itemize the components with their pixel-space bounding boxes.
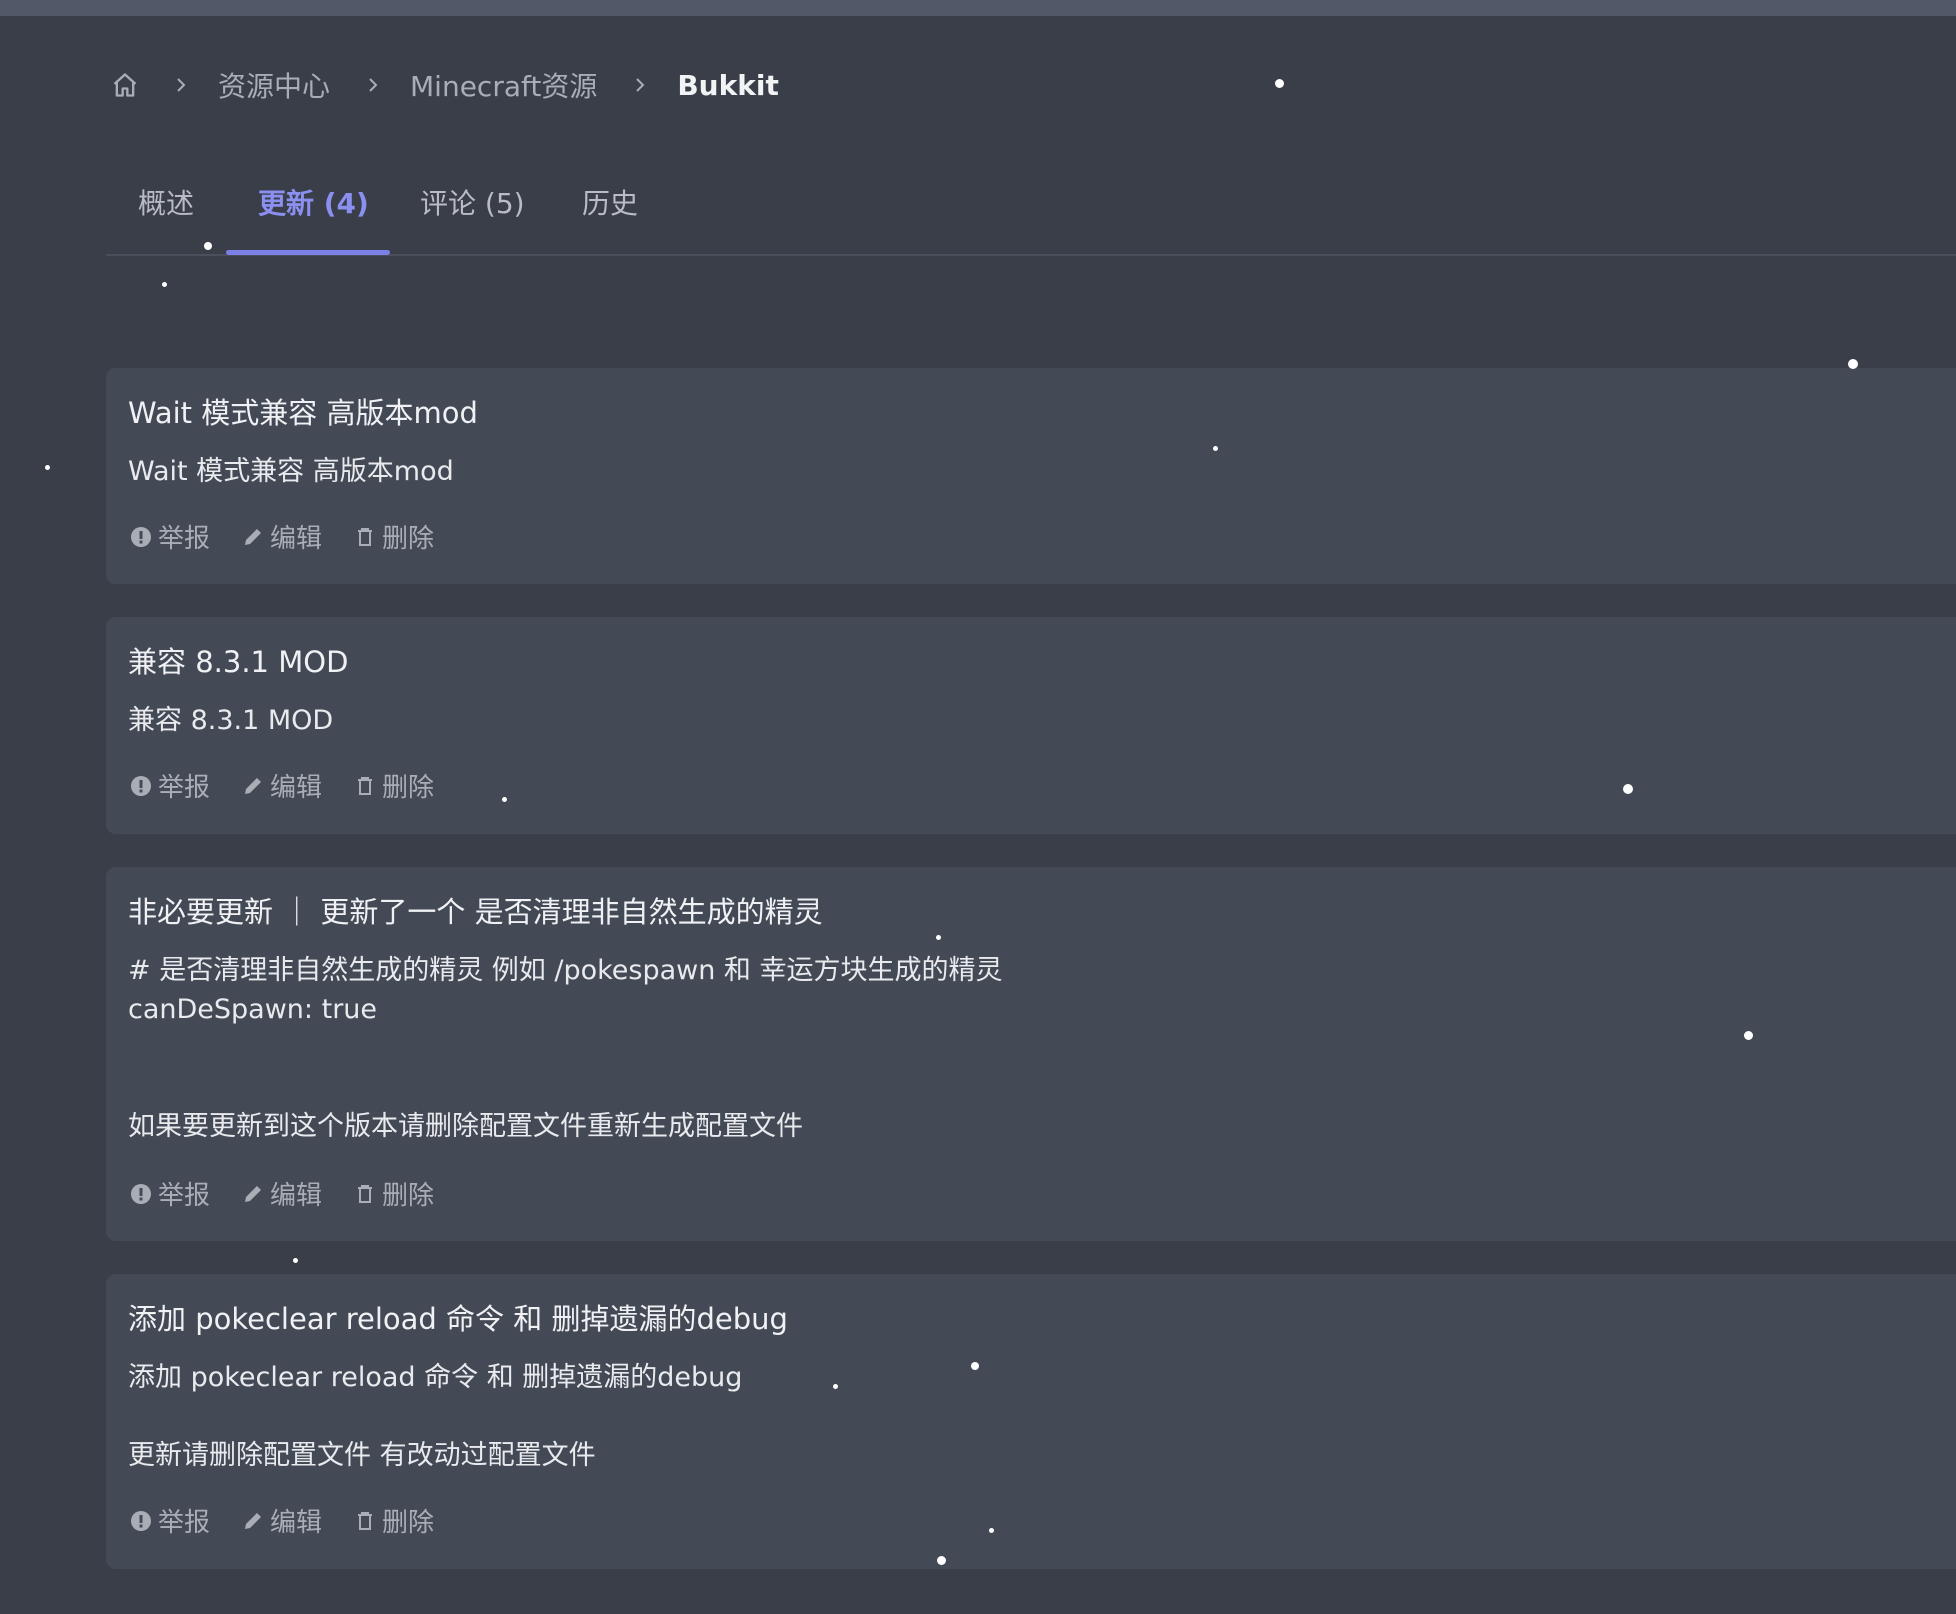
edit-button[interactable]: 编辑: [242, 518, 322, 555]
trash-icon: [354, 1183, 376, 1205]
alert-circle-icon: [130, 775, 152, 797]
decorative-dot: [45, 465, 50, 470]
edit-label: 编辑: [270, 524, 323, 554]
decorative-dot: [989, 1528, 994, 1533]
report-label: 举报: [158, 524, 211, 554]
chevron-right-icon: [627, 72, 653, 98]
update-title: 添加 pokeclear reload 命令 和 删掉遗漏的debug: [128, 1302, 788, 1336]
report-button[interactable]: 举报: [130, 767, 210, 804]
decorative-dot: [1213, 446, 1218, 451]
update-card: 兼容 8.3.1 MOD 兼容 8.3.1 MOD 举报 编辑 删除: [106, 617, 1956, 834]
tab-comments[interactable]: 评论 (5): [420, 182, 525, 252]
pencil-icon: [242, 1510, 264, 1532]
report-label: 举报: [158, 1508, 211, 1538]
breadcrumb: 资源中心 Minecraft资源 Bukkit: [110, 62, 779, 108]
decorative-dot: [293, 1258, 298, 1263]
active-tab-indicator: [226, 250, 390, 255]
update-card: 非必要更新 ｜ 更新了一个 是否清理非自然生成的精灵 # 是否清理非自然生成的精…: [106, 867, 1956, 1241]
decorative-dot: [502, 797, 507, 802]
decorative-dot: [162, 282, 167, 287]
update-body: # 是否清理非自然生成的精灵 例如 /pokespawn 和 幸运方块生成的精灵…: [128, 955, 1003, 1142]
report-button[interactable]: 举报: [130, 518, 210, 555]
chevron-right-icon: [168, 72, 194, 98]
top-bar: [0, 0, 1956, 16]
report-button[interactable]: 举报: [130, 1175, 210, 1212]
update-body: 兼容 8.3.1 MOD: [128, 705, 334, 736]
decorative-dot: [1744, 1031, 1753, 1040]
decorative-dot: [1848, 359, 1858, 369]
update-actions: 举报 编辑 删除: [130, 1175, 466, 1212]
delete-button[interactable]: 删除: [354, 1502, 434, 1539]
report-label: 举报: [158, 773, 211, 803]
tab-bar: 概述 更新 (4) 评论 (5) 历史: [106, 170, 1956, 256]
pencil-icon: [242, 775, 264, 797]
breadcrumb-current: Bukkit: [677, 68, 779, 102]
decorative-dot: [833, 1384, 838, 1389]
update-actions: 举报 编辑 删除: [130, 767, 466, 804]
decorative-dot: [1623, 784, 1633, 794]
update-title: 非必要更新 ｜ 更新了一个 是否清理非自然生成的精灵: [128, 895, 823, 929]
pencil-icon: [242, 1183, 264, 1205]
report-label: 举报: [158, 1181, 211, 1211]
delete-button[interactable]: 删除: [354, 1175, 434, 1212]
update-card: Wait 模式兼容 高版本mod Wait 模式兼容 高版本mod 举报 编辑 …: [106, 368, 1956, 584]
report-button[interactable]: 举报: [130, 1502, 210, 1539]
chevron-right-icon: [360, 72, 386, 98]
trash-icon: [354, 1510, 376, 1532]
delete-label: 删除: [382, 1508, 435, 1538]
edit-button[interactable]: 编辑: [242, 767, 322, 804]
alert-circle-icon: [130, 1510, 152, 1532]
delete-label: 删除: [382, 773, 435, 803]
decorative-dot: [204, 242, 212, 250]
delete-button[interactable]: 删除: [354, 518, 434, 555]
update-title: Wait 模式兼容 高版本mod: [128, 396, 478, 430]
alert-circle-icon: [130, 526, 152, 548]
edit-button[interactable]: 编辑: [242, 1175, 322, 1212]
tab-updates[interactable]: 更新 (4): [258, 182, 369, 252]
trash-icon: [354, 775, 376, 797]
edit-label: 编辑: [270, 773, 323, 803]
update-body: 添加 pokeclear reload 命令 和 删掉遗漏的debug 更新请删…: [128, 1362, 743, 1471]
decorative-dot: [936, 935, 941, 940]
decorative-dot: [937, 1556, 946, 1565]
delete-label: 删除: [382, 524, 435, 554]
update-card: 添加 pokeclear reload 命令 和 删掉遗漏的debug 添加 p…: [106, 1274, 1956, 1569]
edit-label: 编辑: [270, 1508, 323, 1538]
delete-label: 删除: [382, 1181, 435, 1211]
decorative-dot: [971, 1362, 979, 1370]
update-body: Wait 模式兼容 高版本mod: [128, 456, 454, 487]
update-actions: 举报 编辑 删除: [130, 518, 466, 555]
trash-icon: [354, 526, 376, 548]
breadcrumb-item-resource-center[interactable]: 资源中心: [218, 65, 330, 105]
delete-button[interactable]: 删除: [354, 767, 434, 804]
tab-history[interactable]: 历史: [582, 182, 638, 252]
home-icon[interactable]: [110, 70, 140, 100]
update-title: 兼容 8.3.1 MOD: [128, 645, 349, 679]
edit-label: 编辑: [270, 1181, 323, 1211]
tab-overview[interactable]: 概述: [138, 182, 194, 252]
pencil-icon: [242, 526, 264, 548]
alert-circle-icon: [130, 1183, 152, 1205]
update-actions: 举报 编辑 删除: [130, 1502, 466, 1539]
decorative-dot: [1275, 79, 1284, 88]
breadcrumb-item-minecraft-resources[interactable]: Minecraft资源: [410, 65, 597, 105]
edit-button[interactable]: 编辑: [242, 1502, 322, 1539]
